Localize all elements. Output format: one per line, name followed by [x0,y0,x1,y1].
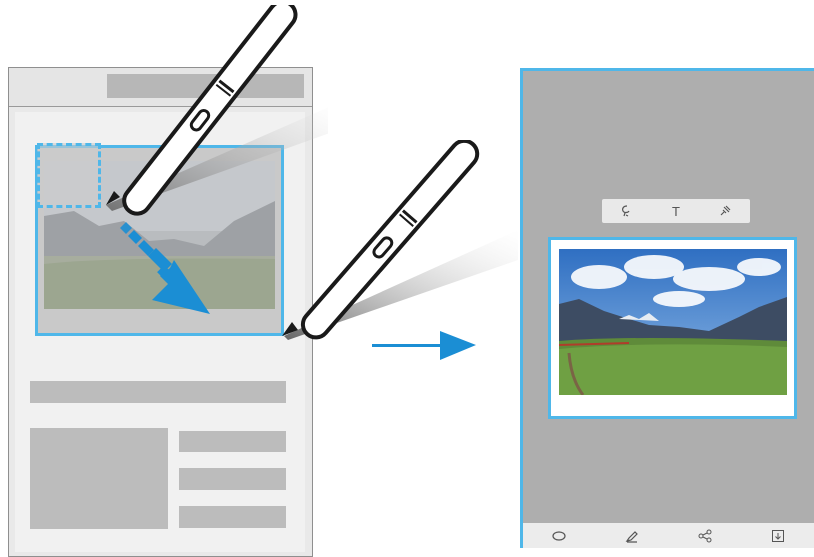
text-icon-glyph: T [672,203,680,219]
drag-direction-arrow [120,222,210,314]
text-line-placeholder [30,381,286,403]
share-icon[interactable] [693,526,717,546]
shape-icon[interactable] [547,526,571,546]
capture-toolbar: T [602,199,750,223]
lasso-draw-icon[interactable] [615,201,639,221]
transition-arrow [372,331,476,360]
captured-photo [559,249,787,395]
pin-icon[interactable] [713,201,737,221]
save-icon[interactable] [766,526,790,546]
image-placeholder [30,428,168,529]
s-pen-stylus-second [282,140,518,340]
text-line-placeholder [179,431,286,452]
bottom-toolbar [523,523,814,548]
text-line-placeholder [179,506,286,528]
text-icon[interactable]: T [664,201,688,221]
text-line-placeholder [179,468,286,490]
pen-icon[interactable] [620,526,644,546]
